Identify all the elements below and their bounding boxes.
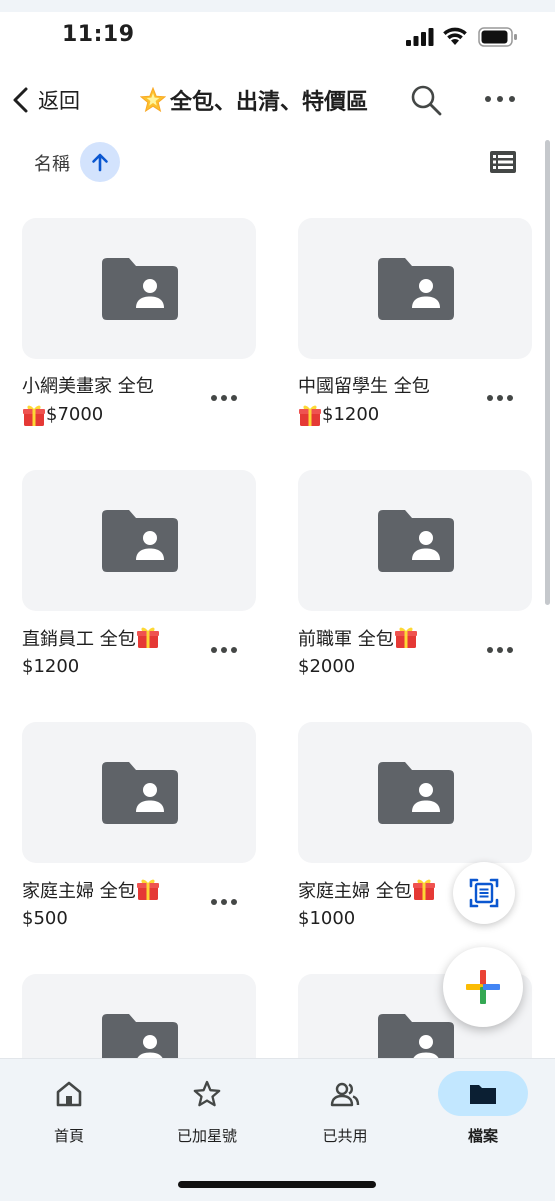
folder-icon [470, 1085, 496, 1104]
folder-card[interactable]: 家庭主婦 全包 $500 [22, 722, 256, 962]
folder-thumbnail[interactable] [22, 218, 256, 359]
nav-starred[interactable]: 已加星號 [138, 1071, 276, 1151]
arrow-up-icon [92, 153, 108, 172]
star-icon [193, 1080, 221, 1107]
folder-card[interactable]: 直銷員工 全包 $1200 [22, 470, 256, 710]
page-title: 全包、出清、特價區 [140, 84, 368, 116]
shared-folder-icon [102, 762, 178, 824]
shared-folder-icon [378, 510, 454, 572]
wifi-icon [443, 27, 467, 45]
more-options-icon[interactable] [208, 890, 240, 914]
folder-thumbnail[interactable] [22, 470, 256, 611]
folder-price: $500 [22, 908, 68, 929]
folder-thumbnail[interactable] [22, 974, 256, 1058]
sort-direction-button[interactable] [80, 142, 120, 182]
back-label: 返回 [38, 89, 80, 113]
top-app-bar: 返回 全包、出清、特價區 [0, 70, 555, 130]
bottom-navigation: 首頁 已加星號 已共用 檔案 [0, 1058, 555, 1201]
gift-icon [136, 625, 160, 649]
more-options-icon[interactable] [208, 386, 240, 410]
folder-price: $1200 [298, 401, 482, 429]
status-bar: 11:19 [0, 0, 555, 60]
shared-folder-icon [378, 762, 454, 824]
scrollbar[interactable] [545, 140, 550, 605]
folder-card[interactable]: 小網美畫家 全包 $7000 [22, 218, 256, 458]
folder-thumbnail[interactable] [22, 722, 256, 863]
search-icon[interactable] [408, 82, 444, 118]
status-time: 11:19 [62, 22, 135, 47]
gift-icon [412, 877, 436, 901]
more-options-icon[interactable] [482, 84, 518, 114]
scan-button[interactable] [453, 862, 515, 924]
more-options-icon[interactable] [208, 638, 240, 662]
nav-files[interactable]: 檔案 [414, 1071, 552, 1151]
gift-icon [298, 403, 322, 427]
nav-label: 檔案 [467, 1127, 498, 1145]
folder-name: 直銷員工 全包 [22, 625, 206, 654]
chevron-left-icon [13, 87, 28, 113]
folder-name: 家庭主婦 全包 [22, 877, 206, 906]
shared-folder-icon [102, 1014, 178, 1058]
battery-icon [478, 27, 517, 47]
folder-thumbnail[interactable] [298, 218, 532, 359]
list-view-icon[interactable] [488, 148, 518, 176]
sort-bar: 名稱 [0, 138, 555, 186]
folder-price: $7000 [22, 401, 206, 429]
document-scan-icon [469, 878, 499, 908]
folder-grid: 小網美畫家 全包 $7000 中國留學生 全包 $1200 直銷員工 全包 $1… [0, 218, 555, 1058]
sort-label[interactable]: 名稱 [34, 150, 70, 176]
people-icon [330, 1082, 360, 1107]
shared-folder-icon [102, 510, 178, 572]
nav-label: 已共用 [322, 1127, 368, 1145]
nav-label: 已加星號 [176, 1127, 237, 1145]
folder-price: $2000 [298, 656, 356, 677]
home-indicator [178, 1181, 376, 1188]
folder-card[interactable]: 中國留學生 全包 $1200 [298, 218, 532, 458]
glowing-star-icon [140, 87, 166, 113]
nav-shared[interactable]: 已共用 [276, 1071, 414, 1151]
nav-label: 首頁 [53, 1127, 84, 1145]
folder-name: 前職軍 全包 [298, 625, 482, 654]
folder-thumbnail[interactable] [298, 470, 532, 611]
shared-folder-icon [378, 258, 454, 320]
more-options-icon[interactable] [484, 638, 516, 662]
more-options-icon[interactable] [484, 386, 516, 410]
folder-price: $1200 [22, 656, 80, 677]
folder-card[interactable]: 前職軍 全包 $2000 [298, 470, 532, 710]
folder-card[interactable] [22, 974, 256, 1058]
nav-home[interactable]: 首頁 [0, 1071, 138, 1151]
folder-thumbnail[interactable] [298, 722, 532, 863]
plus-icon [466, 970, 500, 1004]
folder-name: 中國留學生 全包 [298, 376, 430, 397]
new-button[interactable] [443, 947, 523, 1027]
back-button[interactable]: 返回 [10, 80, 80, 120]
gift-icon [22, 403, 46, 427]
shared-folder-icon [102, 258, 178, 320]
page-title-text: 全包、出清、特價區 [170, 90, 369, 115]
gift-icon [394, 625, 418, 649]
cellular-signal-icon [406, 28, 434, 46]
folder-name: 小網美畫家 全包 [22, 376, 154, 397]
folder-card[interactable]: 家庭主婦 全包 $1000 [298, 722, 532, 962]
gift-icon [136, 877, 160, 901]
home-icon [56, 1081, 82, 1107]
